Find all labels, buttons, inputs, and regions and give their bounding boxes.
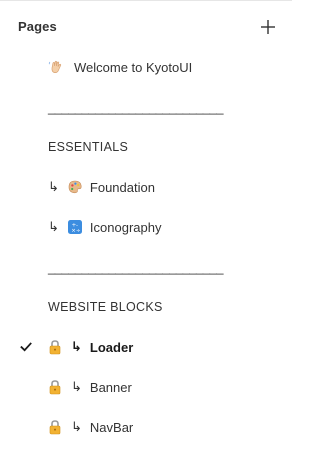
pages-title: Pages — [18, 19, 57, 34]
page-item-welcome[interactable]: Welcome to KyotoUI — [0, 47, 292, 87]
svg-text:÷: ÷ — [76, 228, 81, 234]
page-item-iconography[interactable]: ↳ + - × ÷ Iconography — [0, 207, 292, 247]
page-item-divider[interactable]: __________________________ — [0, 87, 292, 127]
subpage-arrow: ↳ — [71, 379, 82, 395]
page-item-website-blocks[interactable]: WEBSITE BLOCKS — [0, 287, 292, 327]
subpage-arrow: ↳ — [71, 339, 82, 355]
page-label: Foundation — [89, 179, 155, 195]
section-label: WEBSITE BLOCKS — [48, 300, 163, 314]
page-item-banner[interactable]: ↳ Banner — [0, 367, 292, 407]
subpage-arrow: ↳ — [48, 179, 59, 195]
divider-label: __________________________ — [48, 99, 223, 115]
page-list: Welcome to KyotoUI _____________________… — [0, 47, 292, 447]
subpage-arrow: ↳ — [48, 219, 59, 235]
page-label: NavBar — [89, 419, 134, 435]
lock-icon — [48, 379, 62, 395]
pages-header: Pages — [0, 8, 292, 46]
lock-icon — [48, 339, 62, 355]
checkmark-icon — [20, 342, 32, 352]
page-label: Welcome to KyotoUI — [74, 59, 193, 75]
page-item-divider[interactable]: __________________________ — [0, 247, 292, 287]
waving-hand-icon — [48, 59, 64, 75]
artist-palette-icon — [67, 179, 83, 195]
page-label: Banner — [89, 379, 132, 395]
subpage-arrow: ↳ — [71, 419, 82, 435]
page-item-loader[interactable]: ↳ Loader — [0, 327, 292, 367]
page-label: Iconography — [89, 219, 162, 235]
lock-icon — [48, 419, 62, 435]
section-label: ESSENTIALS — [48, 140, 129, 154]
pages-panel: Pages Welcome to KyotoUI _______________… — [0, 0, 292, 456]
page-item-foundation[interactable]: ↳ Foundation — [0, 167, 292, 207]
plus-icon — [261, 20, 275, 34]
symbols-icon: + - × ÷ — [67, 219, 83, 235]
divider-label: __________________________ — [48, 259, 223, 275]
page-item-navbar[interactable]: ↳ NavBar — [0, 407, 292, 447]
top-border — [0, 0, 292, 1]
page-item-essentials[interactable]: ESSENTIALS — [0, 127, 292, 167]
page-label: Loader — [89, 339, 134, 355]
add-page-button[interactable] — [256, 15, 280, 39]
